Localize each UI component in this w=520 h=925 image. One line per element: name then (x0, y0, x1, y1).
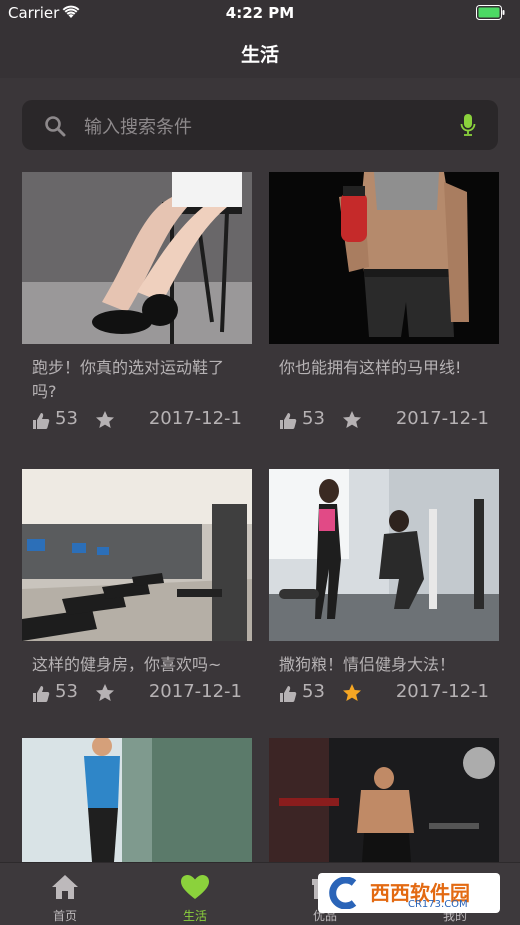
like-count: 53 (302, 408, 325, 429)
article-card[interactable]: 跑步！你真的选对运动鞋了吗? 53 2017-12-1 (22, 172, 252, 436)
thumbs-up-icon[interactable] (279, 412, 297, 430)
article-date: 2017-12-1 (395, 408, 489, 429)
article-title[interactable]: 跑步！你真的选对运动鞋了吗? (32, 356, 242, 404)
clock: 4:22 PM (225, 4, 295, 22)
like-count: 53 (55, 408, 78, 429)
watermark-sub: CR173.COM (408, 899, 468, 910)
microphone-icon[interactable] (460, 113, 476, 137)
article-card[interactable] (22, 738, 252, 862)
article-image-sneakers[interactable] (22, 172, 252, 344)
status-bar: Carrier 4:22 PM (0, 0, 520, 26)
search-bar[interactable]: 输入搜索条件 (22, 100, 498, 150)
star-icon[interactable] (95, 683, 115, 703)
article-date: 2017-12-1 (148, 408, 242, 429)
article-meta: 53 2017-12-1 (269, 681, 499, 709)
article-title[interactable]: 你也能拥有这样的马甲线! (279, 356, 489, 404)
star-icon-active[interactable] (342, 683, 362, 703)
heart-icon (181, 875, 209, 899)
navigation-bar: 生活 (0, 26, 520, 78)
article-image-gym[interactable] (22, 469, 252, 641)
star-icon[interactable] (342, 410, 362, 430)
like-count: 53 (302, 681, 325, 702)
article-card[interactable]: 撒狗粮！情侣健身大法！ 53 2017-12-1 (269, 469, 499, 709)
watermark-c-icon (329, 877, 357, 909)
star-icon[interactable] (95, 410, 115, 430)
article-image-runner[interactable] (22, 738, 252, 862)
thumbs-up-icon[interactable] (32, 685, 50, 703)
search-input[interactable]: 输入搜索条件 (84, 113, 192, 139)
article-date: 2017-12-1 (148, 681, 242, 702)
battery-icon (476, 5, 505, 20)
article-meta: 53 2017-12-1 (22, 681, 252, 709)
thumbs-up-icon[interactable] (32, 412, 50, 430)
page-title: 生活 (240, 44, 279, 66)
article-card[interactable]: 这样的健身房，你喜欢吗~ 53 2017-12-1 (22, 469, 252, 709)
article-image-abs[interactable] (269, 172, 499, 344)
article-meta: 53 2017-12-1 (269, 408, 499, 436)
article-date: 2017-12-1 (395, 681, 489, 702)
thumbs-up-icon[interactable] (279, 685, 297, 703)
search-icon (45, 116, 66, 137)
article-image-weightlifter[interactable] (269, 738, 499, 862)
article-card[interactable] (269, 738, 499, 862)
home-icon (52, 875, 78, 899)
tab-label: 生活 (182, 909, 207, 923)
tab-home[interactable]: 首页 (0, 863, 130, 925)
article-image-couple-workout[interactable] (269, 469, 499, 641)
watermark-logo: 西西软件园 CR173.COM (318, 873, 500, 913)
tab-life[interactable]: 生活 (130, 863, 260, 925)
article-card[interactable]: 你也能拥有这样的马甲线! 53 2017-12-1 (269, 172, 499, 436)
tab-label: 首页 (52, 909, 77, 923)
like-count: 53 (55, 681, 78, 702)
article-meta: 53 2017-12-1 (22, 408, 252, 436)
